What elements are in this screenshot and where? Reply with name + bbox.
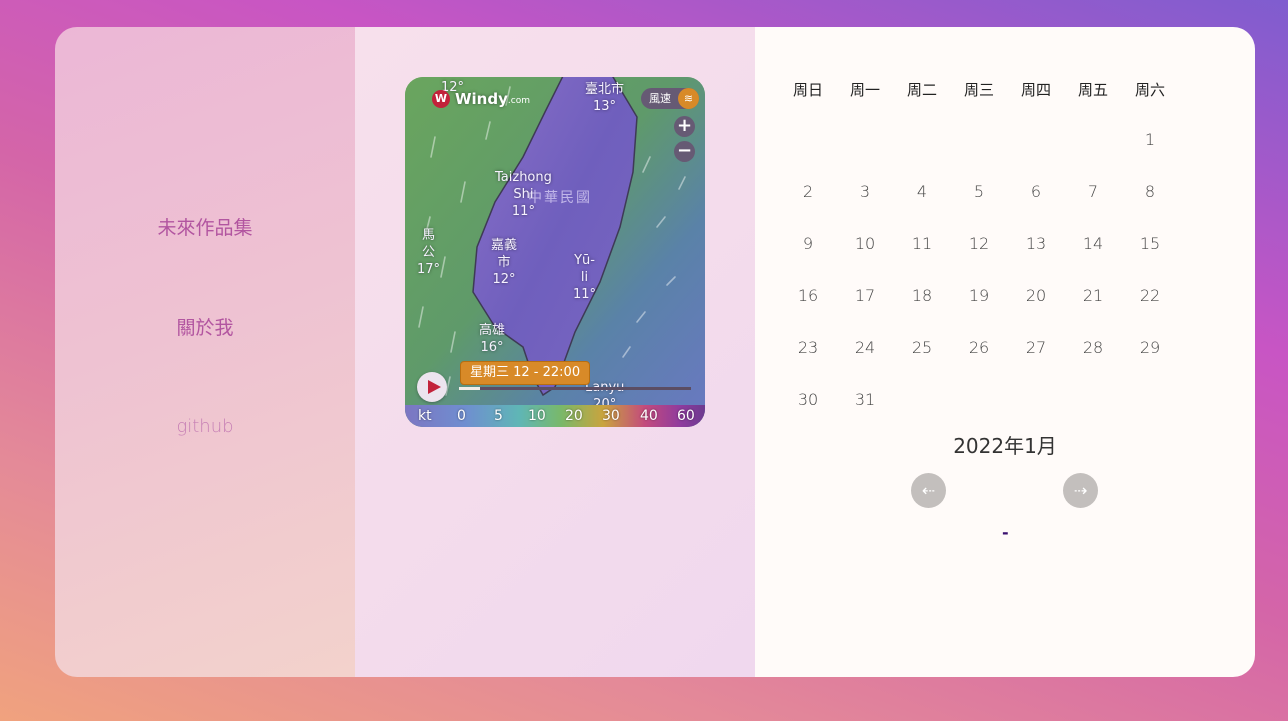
scale-value: 0 [457, 408, 466, 424]
calendar-day[interactable]: 2 [783, 182, 833, 201]
nav-link-github[interactable]: github [55, 416, 355, 437]
map-label-magong: 馬 公 17° [417, 228, 441, 277]
map-label-kaohsiung: 高雄 16° [479, 323, 506, 355]
next-month-button[interactable]: ⇢ [1063, 473, 1098, 508]
wind-layer-icon: ≋ [678, 88, 699, 109]
calendar-day[interactable]: 24 [840, 338, 890, 357]
calendar-day[interactable]: 28 [1068, 338, 1118, 357]
calendar-day[interactable]: 21 [1068, 286, 1118, 305]
arrow-right-icon: ⇢ [1073, 481, 1088, 500]
nav-link-about[interactable]: 關於我 [55, 313, 355, 340]
calendar-day[interactable]: 26 [954, 338, 1004, 357]
calendar-day[interactable]: 22 [1125, 286, 1175, 305]
scale-value: 20 [565, 408, 583, 424]
scale-value: 5 [494, 408, 503, 424]
wind-speed-scale: kt 0 5 10 20 30 40 60 [405, 405, 705, 427]
calendar-day[interactable]: 15 [1125, 234, 1175, 253]
calendar-day[interactable]: 8 [1125, 182, 1175, 201]
calendar-day[interactable]: 16 [783, 286, 833, 305]
calendar-day[interactable]: 10 [840, 234, 890, 253]
windy-brand-suffix: .com [507, 95, 530, 106]
calendar-day[interactable]: 6 [1011, 182, 1061, 201]
calendar-footer-text: - [1002, 523, 1009, 542]
timeline-progress [459, 387, 480, 390]
nav-link-portfolio[interactable]: 未來作品集 [55, 213, 355, 240]
windy-brand: Windy [455, 90, 508, 108]
weekday-label: 周三 [963, 81, 994, 99]
weekday-label: 周五 [1077, 81, 1108, 99]
map-label-roc: 中華民國 [528, 190, 592, 206]
calendar-day[interactable]: 29 [1125, 338, 1175, 357]
calendar-day[interactable]: 19 [954, 286, 1004, 305]
timeline-track[interactable] [459, 387, 691, 390]
main-card: 未來作品集 關於我 github 12° W Windy .com 臺北市 13… [55, 27, 1255, 677]
calendar-day[interactable]: 4 [897, 182, 947, 201]
windy-widget[interactable]: 12° W Windy .com 臺北市 13° 風速 ≋ + − Taizho… [405, 77, 705, 427]
play-button[interactable] [417, 372, 447, 402]
weather-panel: 12° W Windy .com 臺北市 13° 風速 ≋ + − Taizho… [355, 27, 755, 677]
weekday-label: 周一 [849, 81, 880, 99]
time-label[interactable]: 星期三 12 - 22:00 [460, 361, 591, 385]
calendar-day[interactable]: 7 [1068, 182, 1118, 201]
calendar-day[interactable]: 31 [840, 390, 890, 409]
zoom-in-button[interactable]: + [674, 116, 695, 137]
calendar-day[interactable]: 3 [840, 182, 890, 201]
scale-value: 40 [640, 408, 658, 424]
scale-value: 10 [528, 408, 546, 424]
calendar-day[interactable]: 13 [1011, 234, 1061, 253]
sidebar: 未來作品集 關於我 github [55, 27, 355, 677]
prev-month-button[interactable]: ⇠ [911, 473, 946, 508]
arrow-left-icon: ⇠ [921, 481, 936, 500]
map-label-chiayi: 嘉義 市 12° [491, 238, 518, 287]
weekday-label: 周六 [1134, 81, 1165, 99]
layer-label: 風速 [649, 92, 671, 105]
calendar-day[interactable]: 12 [954, 234, 1004, 253]
calendar-day[interactable]: 5 [954, 182, 1004, 201]
calendar-day[interactable]: 14 [1068, 234, 1118, 253]
scale-unit: kt [418, 408, 432, 424]
calendar-day[interactable]: 20 [1011, 286, 1061, 305]
scale-value: 60 [677, 408, 695, 424]
calendar-day[interactable]: 18 [897, 286, 947, 305]
calendar-day[interactable]: 25 [897, 338, 947, 357]
weekday-label: 周四 [1020, 81, 1051, 99]
zoom-out-button[interactable]: − [674, 141, 695, 162]
map-label-yuli: Yū- li 11° [573, 253, 597, 302]
month-title: 2022年1月 [953, 434, 1057, 458]
calendar-day[interactable]: 23 [783, 338, 833, 357]
calendar-day[interactable]: 9 [783, 234, 833, 253]
calendar: 周日 周一 周二 周三 周四 周五 周六 1 2 3 4 5 6 7 8 9 10 11 12 13 14 15 16 17… [755, 27, 1255, 677]
map-label-taipei: 臺北市 13° [585, 82, 625, 114]
scale-value: 30 [602, 408, 620, 424]
layer-toggle[interactable]: 風速 ≋ [641, 88, 699, 109]
calendar-day[interactable]: 30 [783, 390, 833, 409]
calendar-day[interactable]: 11 [897, 234, 947, 253]
calendar-day[interactable]: 27 [1011, 338, 1061, 357]
windy-logo-icon: W [432, 90, 450, 108]
calendar-day[interactable]: 17 [840, 286, 890, 305]
calendar-day[interactable]: 1 [1125, 130, 1175, 149]
weekday-label: 周日 [792, 81, 823, 99]
weekday-label: 周二 [906, 81, 937, 99]
windy-logo[interactable]: W Windy .com [432, 90, 530, 108]
